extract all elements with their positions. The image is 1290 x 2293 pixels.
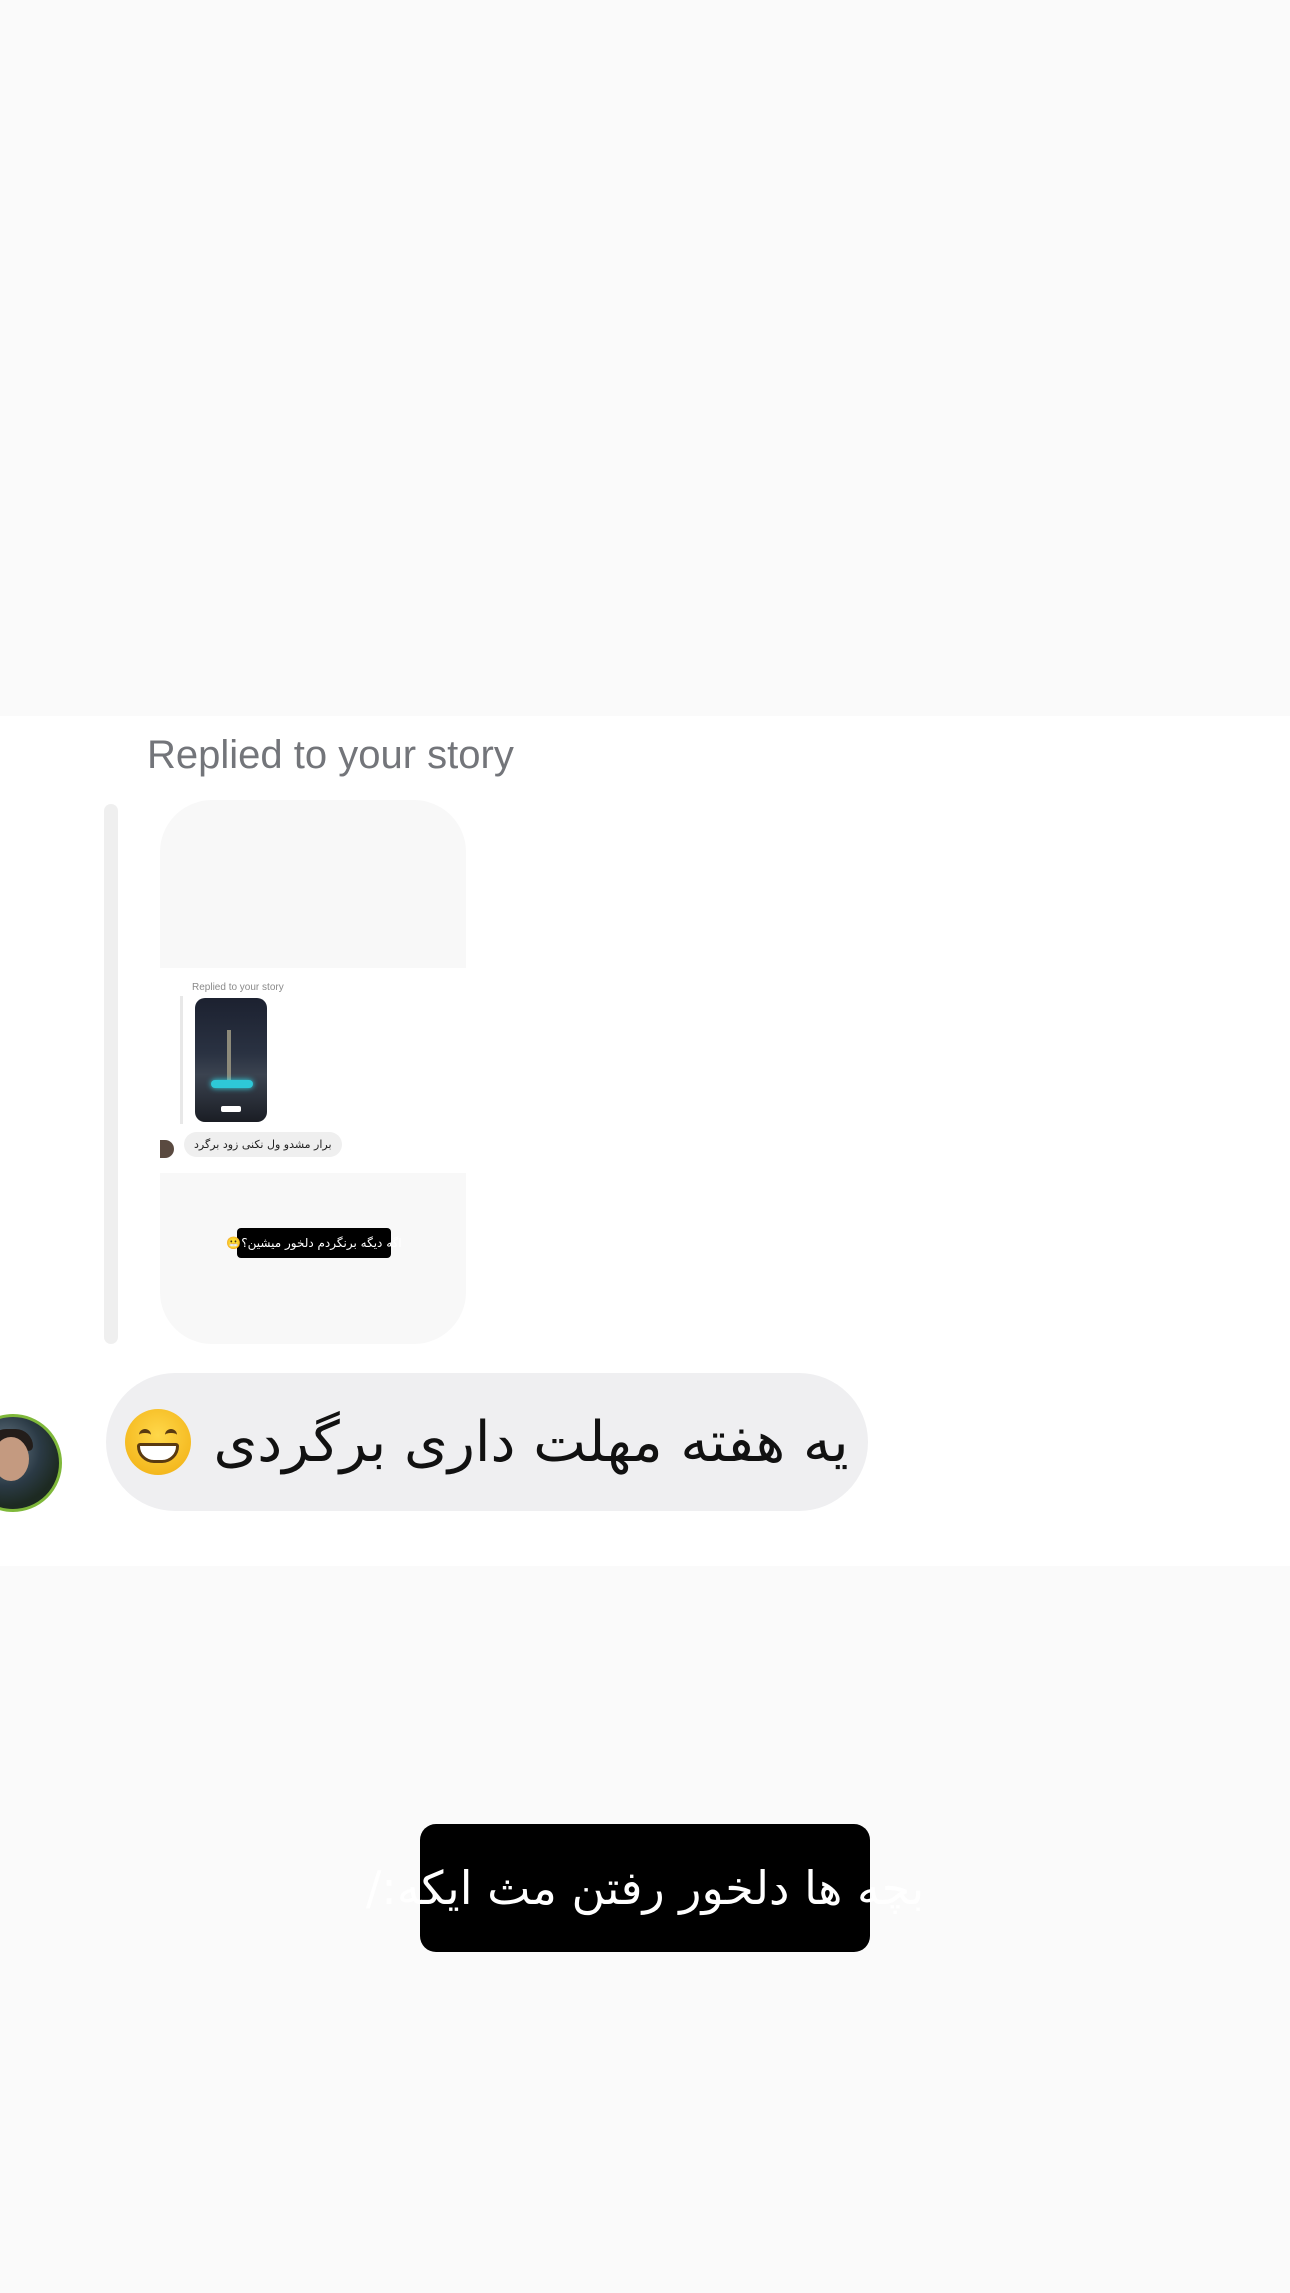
nested-chat-screenshot: Replied to your story برار مشدو ول نکنی …: [160, 968, 466, 1173]
tower-light: [211, 1080, 253, 1088]
replied-to-story-label: Replied to your story: [147, 733, 514, 777]
story-text-overlay: بچه ها دلخور رفتن مث ایکه:/: [366, 1824, 924, 1952]
nested-replied-label: Replied to your story: [192, 982, 284, 993]
nested-quote-bar: [180, 996, 183, 1124]
tower-image: [227, 1030, 231, 1080]
nested-story-sticker: [221, 1106, 241, 1112]
nested-avatar: [160, 1140, 174, 1158]
story-reply-thumbnail[interactable]: Replied to your story برار مشدو ول نکنی …: [160, 800, 466, 1344]
message-bubble[interactable]: یه هفته مهلت داری برگردی: [106, 1373, 868, 1511]
nested-story-thumbnail: [195, 998, 267, 1122]
story-overlay-text: بچه ها دلخور رفتن مث ایکه:/: [365, 1861, 925, 1915]
message-text: یه هفته مهلت داری برگردی: [213, 1409, 849, 1475]
reply-quote-bar: [104, 804, 118, 1344]
nested-story-caption: اگه دیگه برنگردم دلخور میشین؟😬: [226, 1228, 402, 1258]
nested-message-bubble: برار مشدو ول نکنی زود برگرد: [184, 1132, 342, 1157]
grinning-face-icon: [125, 1409, 192, 1475]
top-blank-area: [0, 0, 1290, 716]
